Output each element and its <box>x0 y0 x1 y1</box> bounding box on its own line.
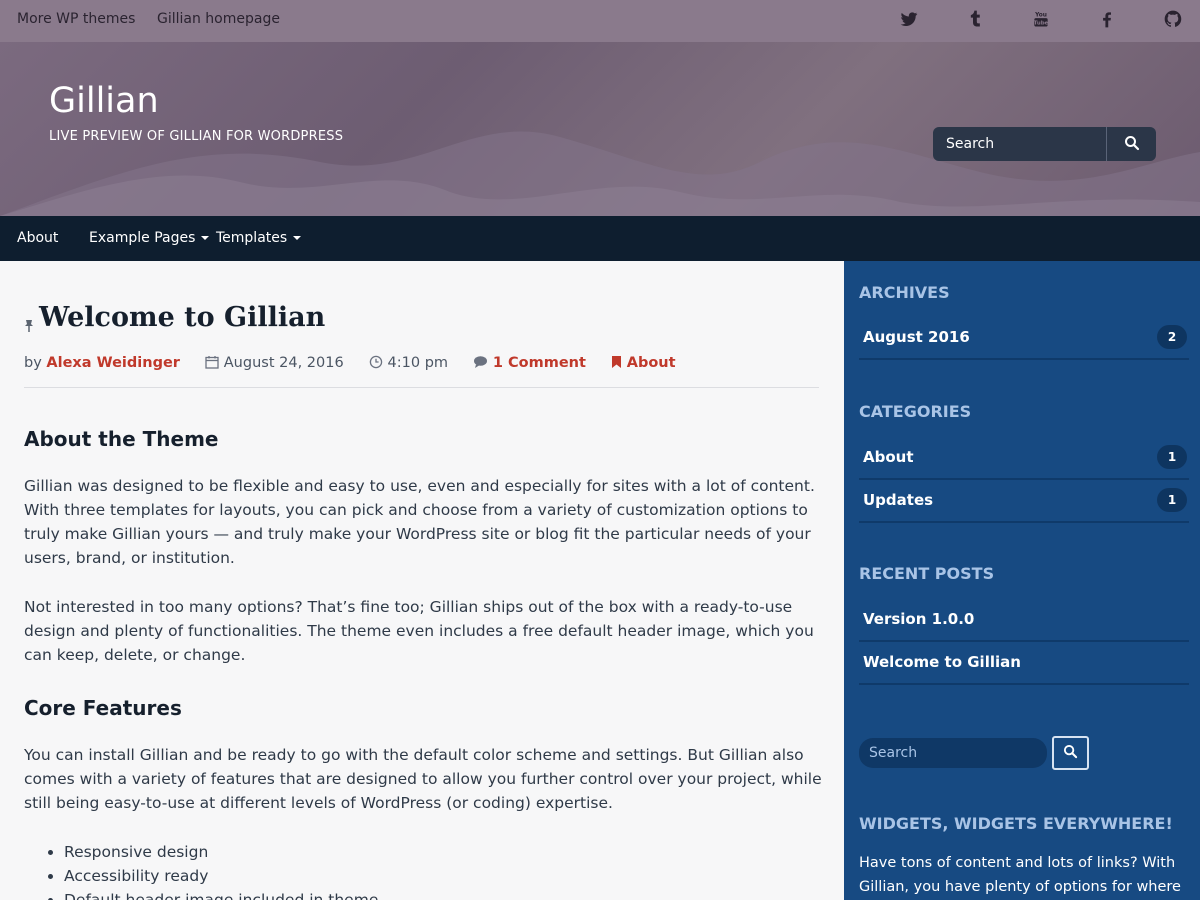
count-badge: 1 <box>1157 488 1187 512</box>
chevron-down-icon <box>201 236 210 240</box>
svg-text:Tube: Tube <box>1034 20 1049 26</box>
tumblr-icon[interactable] <box>965 9 985 29</box>
sidebar-item-label: Version 1.0.0 <box>863 610 975 628</box>
list-item: Responsive design <box>64 840 378 864</box>
sidebar-item-updates[interactable]: Updates 1 <box>859 482 1189 523</box>
comments-link[interactable]: 1 Comment <box>493 355 586 371</box>
nav-item-about[interactable]: About <box>17 216 58 261</box>
author-link[interactable]: Alexa Weidinger <box>46 355 180 371</box>
chevron-down-icon <box>293 236 302 240</box>
search-icon <box>1063 744 1078 759</box>
site-title[interactable]: Gillian <box>49 81 159 121</box>
sidebar-item-label: Updates <box>863 491 934 509</box>
sidebar-search-form <box>859 738 1047 768</box>
calendar-icon <box>205 356 219 369</box>
nav-item-label: Templates <box>216 230 288 246</box>
youtube-icon[interactable]: You Tube <box>1031 9 1051 29</box>
bookmark-icon <box>612 356 622 368</box>
categories-widget-title: CATEGORIES <box>859 402 972 421</box>
site-header: Gillian LIVE PREVIEW OF GILLIAN FOR WORD… <box>0 42 1200 216</box>
github-icon[interactable] <box>1163 9 1183 29</box>
sidebar-search-input[interactable] <box>859 738 1047 768</box>
svg-text:You: You <box>1034 13 1047 19</box>
nav-item-example-pages[interactable]: Example Pages <box>89 216 210 261</box>
sidebar-item-welcome-to-gillian[interactable]: Welcome to Gillian <box>859 644 1189 685</box>
facebook-icon[interactable] <box>1097 9 1117 29</box>
header-search-button[interactable] <box>1107 127 1156 161</box>
header-search-form <box>933 127 1156 161</box>
recent-posts-widget-title: RECENT POSTS <box>859 564 995 583</box>
main-content: Welcome to Gillian by Alexa Weidinger Au… <box>0 261 844 900</box>
sidebar-item-august-2016[interactable]: August 2016 2 <box>859 319 1189 360</box>
nav-item-label: About <box>17 230 59 246</box>
post-title[interactable]: Welcome to Gillian <box>39 302 325 333</box>
widgets-widget-title: WIDGETS, WIDGETS EVERYWHERE! <box>859 814 1173 833</box>
paragraph: Gillian was designed to be flexible and … <box>24 477 815 567</box>
features-list: Responsive design Accessibility ready De… <box>64 840 378 900</box>
section-heading-about-theme: About the Theme <box>24 427 219 451</box>
clock-icon <box>369 355 383 369</box>
main-navigation: About Example Pages Templates <box>0 216 1200 261</box>
paragraph: Not interested in too many options? That… <box>24 598 814 664</box>
top-bar: More WP themes Gillian homepage You Tube <box>0 0 1200 42</box>
sidebar-item-label: About <box>863 448 914 466</box>
site-description: LIVE PREVIEW OF GILLIAN FOR WORDPRESS <box>49 129 344 144</box>
section-heading-core-features: Core Features <box>24 696 182 720</box>
archives-widget-title: ARCHIVES <box>859 283 950 302</box>
widgets-widget-text: Have tons of content and lots of links? … <box>859 855 1181 895</box>
category-link[interactable]: About <box>627 355 676 371</box>
sidebar-item-about[interactable]: About 1 <box>859 439 1189 480</box>
post-date: August 24, 2016 <box>223 355 344 371</box>
meta-divider <box>24 387 819 388</box>
gillian-homepage-link[interactable]: Gillian homepage <box>157 0 280 42</box>
list-item: Default header image included in theme <box>64 888 378 900</box>
count-badge: 2 <box>1157 325 1187 349</box>
sidebar-item-label: Welcome to Gillian <box>863 653 1021 671</box>
twitter-icon[interactable] <box>899 9 919 29</box>
paragraph: You can install Gillian and be ready to … <box>24 746 822 812</box>
header-search-input[interactable] <box>933 127 1107 161</box>
more-wp-themes-link[interactable]: More WP themes <box>17 0 135 42</box>
pin-icon <box>25 320 33 332</box>
sidebar-search-button[interactable] <box>1052 736 1089 770</box>
meta-by-label: by <box>24 355 42 371</box>
nav-item-label: Example Pages <box>89 230 196 246</box>
comment-icon <box>474 356 488 368</box>
list-item: Accessibility ready <box>64 864 378 888</box>
sidebar-item-version-1-0-0[interactable]: Version 1.0.0 <box>859 601 1189 642</box>
sidebar: ARCHIVES August 2016 2 CATEGORIES About … <box>844 261 1200 900</box>
sidebar-item-label: August 2016 <box>863 328 970 346</box>
post-time: 4:10 pm <box>387 355 449 371</box>
count-badge: 1 <box>1157 445 1187 469</box>
post-meta: by Alexa Weidinger August 24, 2016 4:10 … <box>24 355 676 371</box>
nav-item-templates[interactable]: Templates <box>216 216 302 261</box>
search-icon <box>1124 135 1139 150</box>
